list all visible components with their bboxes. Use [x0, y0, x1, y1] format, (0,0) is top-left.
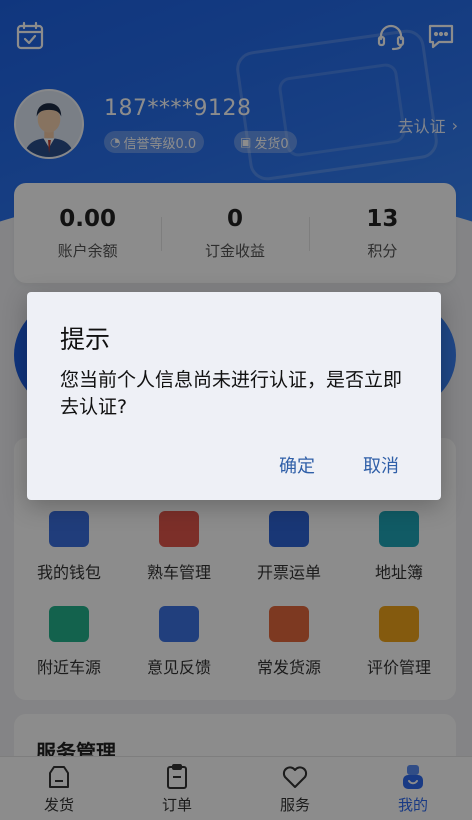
certification-prompt-dialog: 提示 您当前个人信息尚未进行认证，是否立即去认证? 确定 取消	[27, 292, 441, 500]
dialog-message: 您当前个人信息尚未进行认证，是否立即去认证?	[60, 369, 403, 418]
profile-page: 187****9128 ◔ 信誉等级0.0 ▣ 发货0 去认证 › 0.00 账…	[0, 0, 472, 820]
cancel-button[interactable]: 取消	[363, 452, 399, 478]
dialog-title: 提示	[60, 325, 111, 354]
confirm-button[interactable]: 确定	[279, 452, 315, 478]
